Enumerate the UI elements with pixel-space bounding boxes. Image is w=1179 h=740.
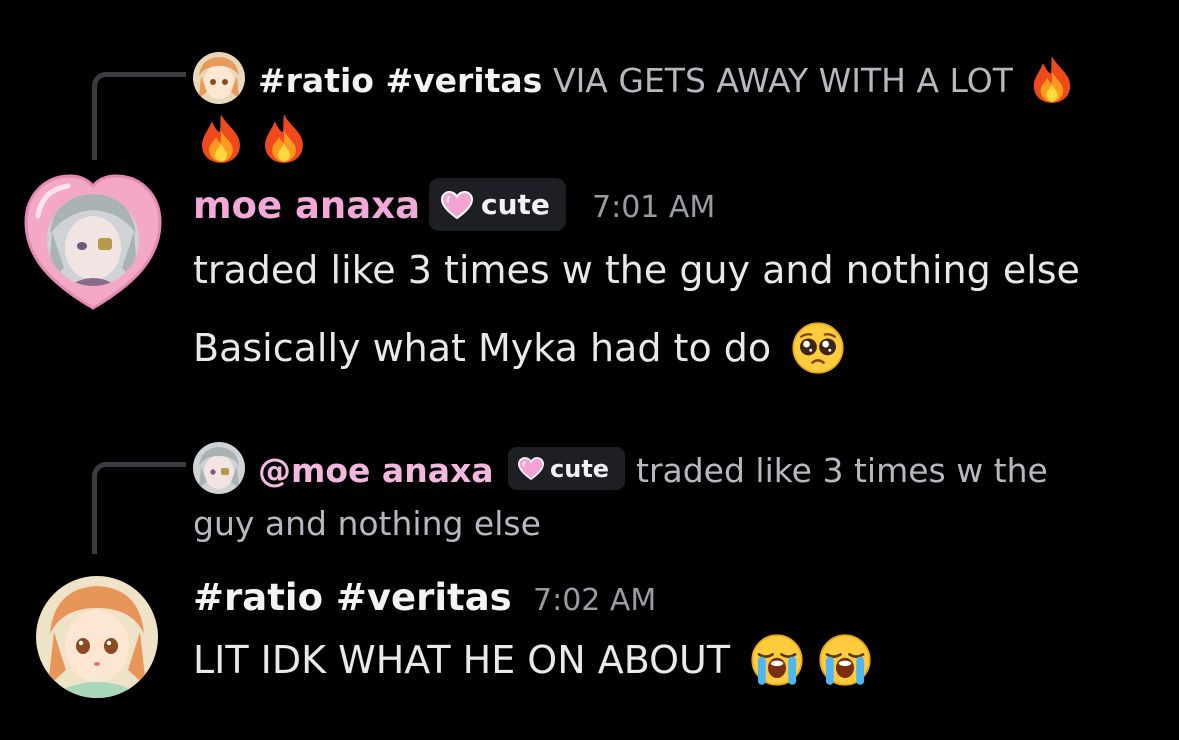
- fire-emoji-icon: [196, 112, 246, 164]
- avatar-image: [193, 442, 245, 494]
- user-tag-text: cute: [481, 188, 550, 221]
- message-timestamp[interactable]: 7:01 AM: [592, 190, 715, 225]
- heart-frame-avatar-image: [24, 174, 162, 310]
- pleading-face-emoji-icon: [791, 321, 845, 375]
- loudly-crying-face-emoji-icon: [750, 633, 804, 687]
- message-text-line: Basically what Myka had to do: [193, 326, 845, 375]
- reply-avatar-ratio-veritas[interactable]: [193, 52, 245, 104]
- message-text-line: traded like 3 times w the guy and nothin…: [193, 248, 1080, 292]
- user-tag-badge[interactable]: cute: [508, 447, 625, 490]
- message-avatar-ratio-veritas[interactable]: [36, 576, 158, 698]
- message-avatar-moe-anaxa[interactable]: [22, 172, 164, 312]
- message-author-name[interactable]: #ratio #veritas: [193, 576, 512, 619]
- loudly-crying-face-emoji-icon: [818, 633, 872, 687]
- reply-snippet[interactable]: traded like 3 times w the: [636, 451, 1048, 490]
- fire-emoji-icon: [1029, 54, 1075, 104]
- reply-snippet-continued[interactable]: guy and nothing else: [193, 504, 541, 543]
- reply-connector-line: [92, 462, 186, 554]
- pink-heart-icon: [441, 191, 473, 219]
- fire-emoji-icon: [259, 112, 309, 164]
- avatar-image: [36, 576, 158, 698]
- avatar-image: [193, 52, 245, 104]
- reply-mention[interactable]: @moe anaxa: [258, 451, 494, 490]
- reply-snippet-text: VIA GETS AWAY WITH A LOT: [553, 61, 1013, 100]
- chat-area: #ratio #veritas VIA GETS AWAY WITH A LOT: [0, 0, 1179, 740]
- message-text-line: LIT IDK WHAT HE ON ABOUT: [193, 638, 872, 687]
- message-text: Basically what Myka had to do: [193, 326, 772, 370]
- user-tag-badge[interactable]: cute: [429, 178, 566, 231]
- reply-author-name[interactable]: #ratio #veritas: [258, 61, 542, 100]
- reply-avatar-moe-anaxa[interactable]: [193, 442, 245, 494]
- message-text: LIT IDK WHAT HE ON ABOUT: [193, 638, 731, 682]
- reply-snippet[interactable]: VIA GETS AWAY WITH A LOT: [553, 61, 1075, 104]
- reply-snippet-emoji-row: [196, 112, 309, 164]
- pink-heart-icon: [518, 457, 544, 480]
- message-timestamp[interactable]: 7:02 AM: [533, 583, 656, 618]
- user-tag-text: cute: [550, 454, 610, 483]
- reply-connector-line: [92, 72, 186, 160]
- message-author-name[interactable]: moe anaxa: [193, 184, 420, 227]
